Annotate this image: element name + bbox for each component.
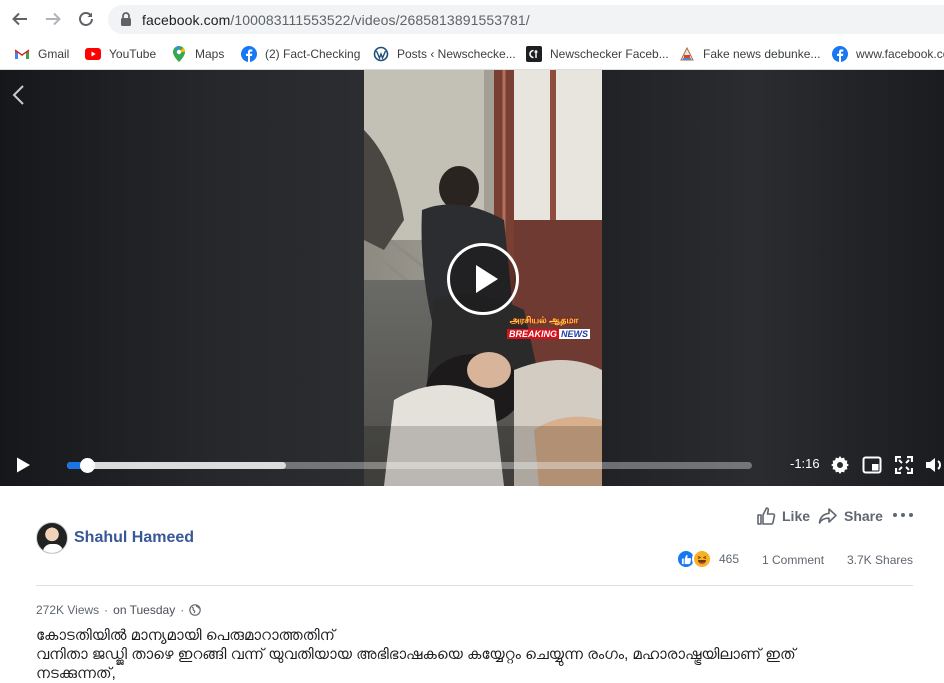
bookmark-youtube[interactable]: YouTube: [85, 43, 156, 65]
bookmark-newschecker-facebook[interactable]: Newschecker Faceb...: [526, 43, 669, 65]
divider: [36, 585, 913, 586]
buffered-bar: [67, 462, 287, 469]
maps-icon: [171, 46, 187, 62]
bookmark-www-facebook[interactable]: www.facebook.co: [832, 43, 944, 65]
bookmark-fact-checking[interactable]: (2) Fact-Checking: [241, 43, 360, 65]
volume-icon: [926, 458, 941, 472]
url-path: /100083111553522/videos/2685813891553781…: [230, 12, 530, 28]
avatar[interactable]: [36, 522, 68, 554]
bookmark-gmail[interactable]: Gmail: [14, 43, 69, 65]
reactions-summary[interactable]: 465: [676, 549, 739, 569]
forward-button[interactable]: [41, 7, 65, 31]
time-remaining: -1:16: [790, 456, 820, 471]
breaking-news-tag: BREAKING NEWS: [507, 329, 591, 339]
browser-chrome: facebook.com/100083111553522/videos/2685…: [0, 0, 944, 70]
news-label: NEWS: [559, 329, 591, 339]
youtube-icon: [85, 46, 101, 62]
haha-reaction-icon: [692, 549, 712, 569]
reload-icon: [79, 12, 93, 26]
post-meta: 272K Views · on Tuesday ·: [36, 603, 202, 617]
reaction-count: 465: [719, 552, 740, 566]
share-button[interactable]: Share: [818, 506, 883, 526]
play-button[interactable]: [447, 243, 519, 315]
post-description: കോടതിയിൽ മാന്യമായി പെരുമാറാത്തതിന് വനിതാ…: [36, 626, 926, 683]
more-options-button[interactable]: [893, 506, 913, 524]
bookmark-label: Posts ‹ Newschecke...: [397, 47, 516, 61]
url-host: facebook.com: [142, 12, 231, 28]
description-line: നടക്കുന്നത്,: [36, 665, 116, 682]
share-label: Share: [844, 508, 883, 524]
description-line: കോടതിയിൽ മാന്യമായി പെരുമാറാത്തതിന്: [36, 627, 335, 644]
progress-bar[interactable]: [67, 458, 752, 473]
facebook-icon: [832, 46, 848, 62]
post-section: Shahul Hameed Like Share 465 1 Comment 3…: [0, 486, 944, 682]
back-button[interactable]: [8, 7, 32, 31]
thumbs-up-icon: [757, 507, 776, 525]
comments-count[interactable]: 1 Comment: [762, 553, 824, 567]
fullscreen-icon: [895, 456, 913, 474]
like-button[interactable]: Like: [756, 506, 810, 526]
ellipsis-icon: [893, 513, 897, 517]
address-bar[interactable]: facebook.com/100083111553522/videos/2685…: [108, 5, 944, 34]
bookmark-maps[interactable]: Maps: [171, 43, 224, 65]
wordpress-icon: [373, 46, 389, 62]
bookmark-label: Gmail: [38, 47, 70, 61]
forward-arrow-icon: [46, 12, 61, 26]
description-line: വനിതാ ജഡ്ജി താഴെ ഇറങ്ങി വന്ന് യുവതിയായ അ…: [36, 646, 796, 663]
facebook-icon: [241, 46, 257, 62]
reload-button[interactable]: [74, 7, 98, 31]
scrubber-handle[interactable]: [79, 458, 95, 473]
video-player[interactable]: அரசியல் ஆதமா BREAKING NEWS -1:16: [0, 70, 944, 486]
gear-icon: [831, 456, 849, 474]
shares-count[interactable]: 3.7K Shares: [847, 553, 913, 567]
chevron-left-icon[interactable]: [8, 82, 30, 108]
settings-button[interactable]: [829, 454, 851, 476]
gmail-icon: [14, 46, 30, 62]
bookmarks-bar: Gmail YouTube Maps (2) Fact-Checking Pos…: [0, 38, 944, 69]
bookmark-label: Maps: [195, 47, 225, 61]
lock-icon: [121, 12, 131, 26]
url-text: facebook.com/100083111553522/videos/2685…: [142, 12, 530, 28]
back-arrow-icon: [12, 12, 27, 26]
bookmark-label: Fake news debunke...: [703, 47, 821, 61]
bookmark-fake-news-debunker[interactable]: Fake news debunke...: [679, 43, 820, 65]
fullscreen-button[interactable]: [893, 454, 915, 476]
breaking-news-overlay: அரசியல் ஆதமா BREAKING NEWS: [507, 315, 591, 343]
breaking-label: BREAKING: [507, 329, 560, 339]
post-date[interactable]: on Tuesday: [113, 603, 175, 617]
navigation-bar: facebook.com/100083111553522/videos/2685…: [0, 0, 944, 38]
video-controls: -1:16: [0, 444, 944, 486]
bookmark-label: Newschecker Faceb...: [550, 47, 669, 61]
like-label: Like: [782, 508, 811, 524]
author-name[interactable]: Shahul Hameed: [74, 529, 194, 547]
picture-in-picture-icon: [862, 456, 882, 474]
bookmark-label: YouTube: [109, 47, 157, 61]
globe-icon: [189, 604, 202, 616]
play-small-icon[interactable]: [14, 456, 32, 474]
share-arrow-icon: [818, 508, 837, 524]
crowdtangle-icon: [526, 46, 542, 62]
bookmark-posts-newschecker[interactable]: Posts ‹ Newschecke...: [373, 43, 516, 65]
view-count: 272K Views: [36, 603, 100, 617]
play-icon: [476, 265, 498, 293]
bookmark-label: (2) Fact-Checking: [265, 47, 361, 61]
mini-player-button[interactable]: [861, 454, 883, 476]
volume-button[interactable]: [924, 454, 944, 476]
channel-name: அரசியல் ஆதமா: [509, 315, 579, 325]
debunk-icon: [679, 46, 695, 62]
bookmark-label: www.facebook.co: [856, 47, 944, 61]
